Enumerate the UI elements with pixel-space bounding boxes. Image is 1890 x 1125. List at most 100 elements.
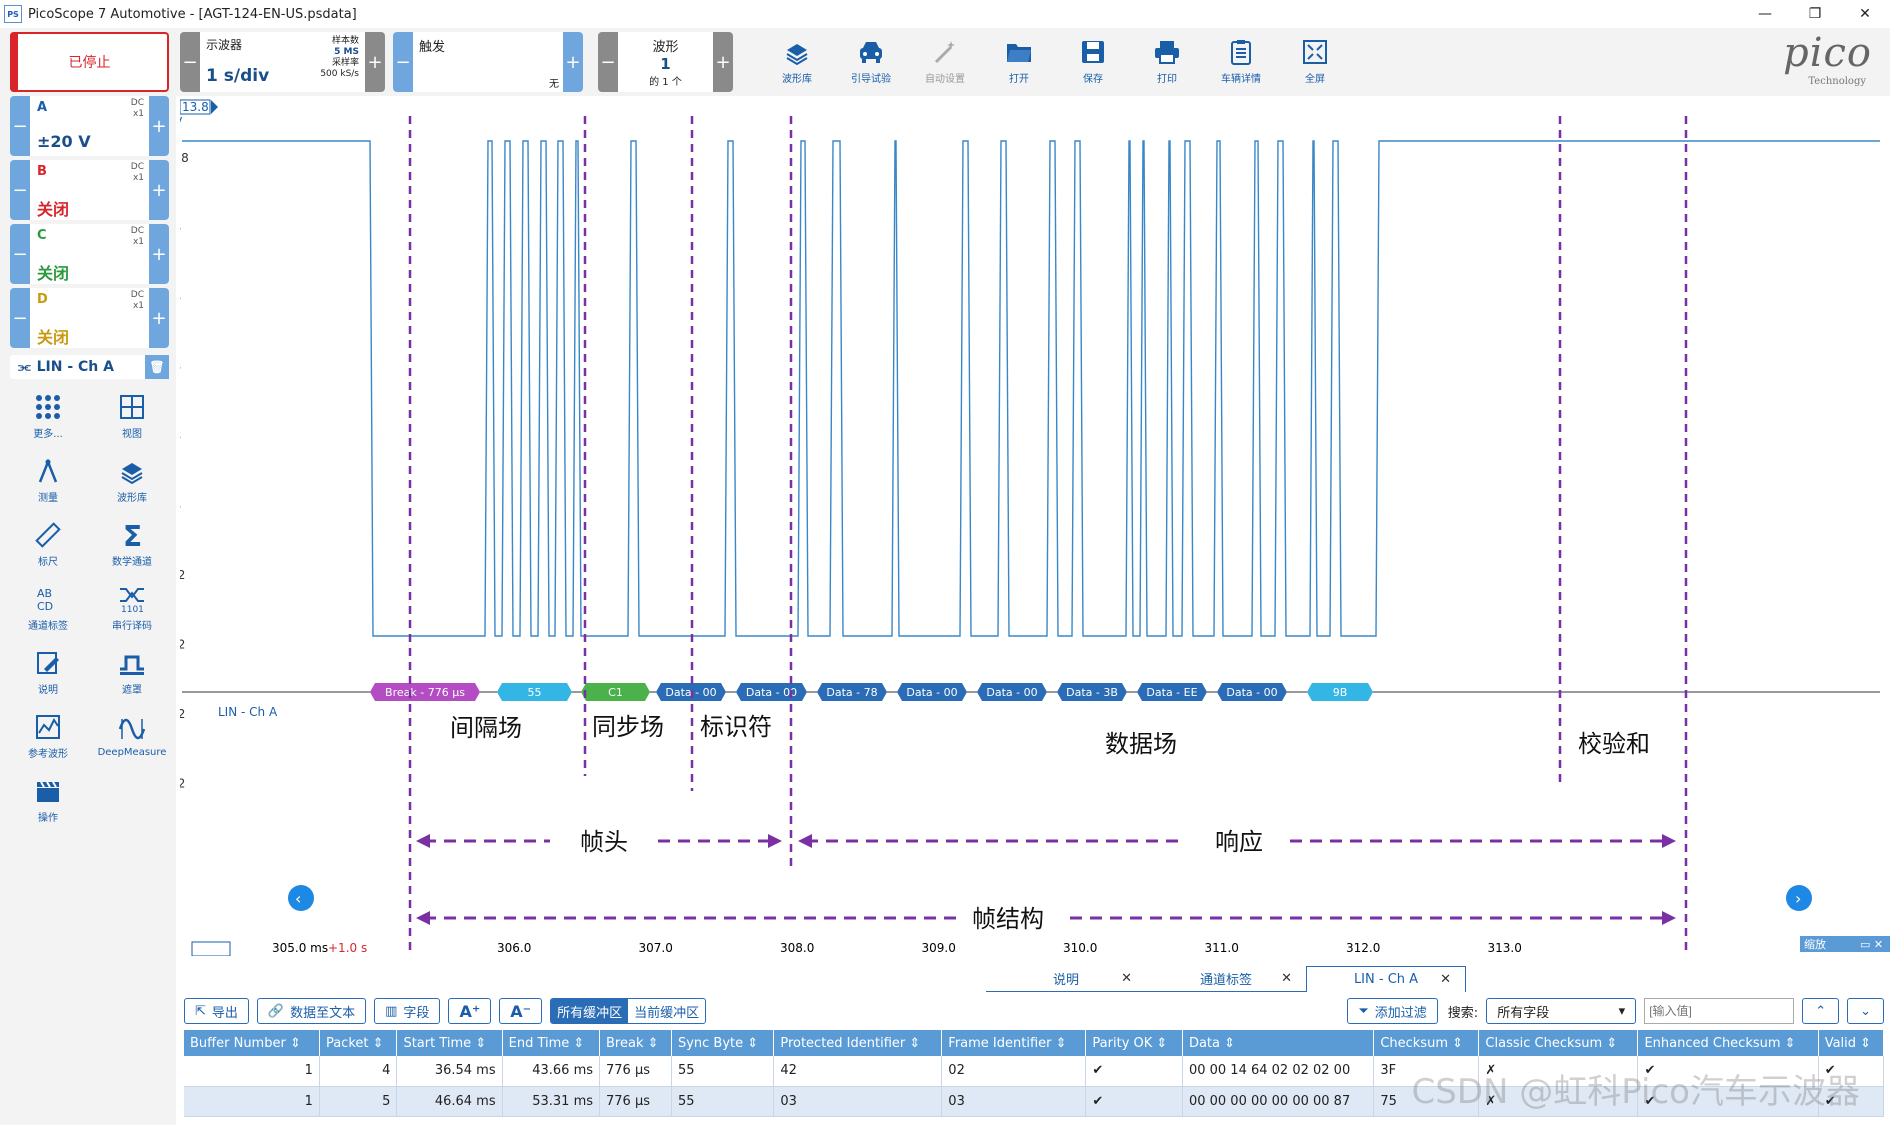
annotation-sync: 同步场 [592,713,664,741]
trigger-minus-button[interactable]: − [393,32,413,92]
more-button[interactable]: 更多... [8,386,88,446]
tab-channel-labels[interactable]: 通道标签 ✕ [1146,966,1306,992]
add-filter-button[interactable]: ⏷ 添加过滤 [1347,998,1438,1024]
column-header[interactable]: Buffer Number ⇕ [184,1030,320,1056]
decode-packet-label: Break - 776 µs [385,686,465,699]
font-decrease-button[interactable]: A⁻ [499,998,543,1024]
search-input[interactable] [1644,998,1795,1024]
tab-notes[interactable]: 说明 ✕ [986,966,1146,992]
reference-button[interactable]: 参考波形 [8,706,88,766]
column-header[interactable]: Frame Identifier ⇕ [941,1030,1087,1056]
column-header[interactable]: Parity OK ⇕ [1085,1030,1183,1056]
all-buffers-option[interactable]: 所有缓冲区 [551,999,629,1023]
column-header[interactable]: Packet ⇕ [319,1030,398,1056]
measure-button[interactable]: 测量 [8,450,88,510]
waveform-prev-button[interactable]: − [598,32,618,92]
channel-label-button[interactable]: AB CD 通道标签 [8,578,88,638]
channel-c-plus-button[interactable]: + [149,224,169,284]
channel-d-plus-button[interactable]: + [149,288,169,348]
channel-b-plus-button[interactable]: + [149,160,169,220]
fields-button[interactable]: ▥ 字段 [374,998,441,1024]
open-button[interactable]: 打开 [982,30,1056,92]
column-header[interactable]: Classic Checksum ⇕ [1478,1030,1639,1056]
export-button[interactable]: ⇱ 导出 [184,998,249,1024]
auto-setup-button[interactable]: 自动设置 [908,30,982,92]
clapper-icon [37,780,59,802]
column-header[interactable]: End Time ⇕ [502,1030,601,1056]
y-tick-label: 3.8 [180,429,181,443]
decoder-icon: ⫘ [18,359,31,375]
timebase-minus-button[interactable]: − [180,32,200,92]
ruler-button[interactable]: 标尺 [8,514,88,574]
waveform-number[interactable]: 1 [618,55,713,73]
channel-c-minus-button[interactable]: − [10,224,30,284]
vehicle-details-button[interactable]: 车辆详情 [1204,30,1278,92]
fullscreen-button[interactable]: 全屏 [1278,30,1352,92]
view-button[interactable]: 视图 [92,386,172,446]
zoom-close-icon[interactable]: ▭ ✕ [1860,938,1883,951]
samples-value[interactable]: 5 MS [334,47,359,57]
close-icon[interactable]: ✕ [1281,971,1292,986]
column-header[interactable]: Data ⇕ [1182,1030,1375,1056]
close-icon[interactable]: ✕ [1440,972,1451,987]
column-header[interactable]: Checksum ⇕ [1373,1030,1480,1056]
column-header[interactable]: Break ⇕ [599,1030,672,1056]
search-field-select[interactable]: 所有字段 ▾ [1486,998,1637,1024]
channel-c-control[interactable]: − C DC x1 关闭 + [10,224,169,284]
column-header[interactable]: Protected Identifier ⇕ [773,1030,943,1056]
library-button[interactable]: 波形库 [760,30,834,92]
table-cell: 1 [184,1086,320,1117]
column-header[interactable]: Enhanced Checksum ⇕ [1637,1030,1819,1056]
mask-button[interactable]: 遮罩 [92,642,172,702]
channel-a-range[interactable]: ±20 V [37,132,91,151]
channel-d-minus-button[interactable]: − [10,288,30,348]
actions-button[interactable]: 操作 [8,770,88,830]
sort-icon: ⇕ [909,1035,921,1051]
channel-a-minus-button[interactable]: − [10,96,30,156]
minimize-icon[interactable]: — [1740,0,1790,28]
notes-button[interactable]: 说明 [8,642,88,702]
channel-c-range[interactable]: 关闭 [37,260,69,284]
waveform-next-button[interactable]: + [713,32,733,92]
channel-a-control[interactable]: − A DC x1 ±20 V + [10,96,169,156]
search-down-button[interactable]: ⌄ [1847,998,1884,1024]
search-up-button[interactable]: ⌃ [1802,998,1840,1024]
close-icon[interactable]: ✕ [1840,0,1890,28]
data-to-text-button[interactable]: 🔗 数据至文本 [256,998,367,1024]
channel-a-plus-button[interactable]: + [149,96,169,156]
column-header[interactable]: Valid ⇕ [1818,1030,1885,1056]
channel-b-range[interactable]: 关闭 [37,196,69,220]
app-logo-icon: PS [4,5,22,23]
current-buffer-option[interactable]: 当前缓冲区 [628,999,705,1023]
x-scale-box[interactable] [191,941,231,957]
scale-arrow-icon[interactable] [211,100,218,114]
guided-test-button[interactable]: 引导试验 [834,30,908,92]
trigger-plus-button[interactable]: + [563,32,583,92]
trigger-value[interactable]: 无 [549,75,559,90]
restore-icon[interactable]: ❐ [1790,0,1840,28]
column-header[interactable]: Sync Byte ⇕ [671,1030,775,1056]
channel-b-control[interactable]: − B DC x1 关闭 + [10,160,169,220]
print-button[interactable]: 打印 [1130,30,1204,92]
channel-d-name: D [37,292,48,307]
save-button[interactable]: 保存 [1056,30,1130,92]
oscilloscope-plot[interactable]: 13.8 V 11.8 9.8 7.8 5.8 3.8 1.8 -0.2 -2.2 -4.2 -6… [162,96,1890,957]
trash-icon[interactable]: 🗑 [145,355,169,379]
waveform-label: 波形 [652,40,679,55]
channel-b-minus-button[interactable]: − [10,160,30,220]
column-header[interactable]: Start Time ⇕ [396,1030,503,1056]
math-channel-button[interactable]: Σ 数学通道 [92,514,172,574]
close-icon[interactable]: ✕ [1121,971,1132,986]
channel-d-control[interactable]: − D DC x1 关闭 + [10,288,169,348]
decoder-lin-ch-a[interactable]: ⫘ LIN - Ch A 🗑 [10,355,169,379]
library-tool-button[interactable]: 波形库 [92,450,172,510]
font-increase-button[interactable]: A⁺ [448,998,492,1024]
stop-button[interactable]: 已停止 [10,32,169,92]
timebase-plus-button[interactable]: + [365,32,385,92]
deepmeasure-button[interactable]: DeepMeasure [92,706,172,766]
channel-d-range[interactable]: 关闭 [37,324,69,348]
table-cell: 55 [671,1086,775,1117]
serial-decode-button[interactable]: 1101 串行译码 [92,578,172,638]
timebase-value[interactable]: 1 s/div [206,66,269,86]
tab-lin-ch-a[interactable]: LIN - Ch A ✕ [1306,966,1466,992]
